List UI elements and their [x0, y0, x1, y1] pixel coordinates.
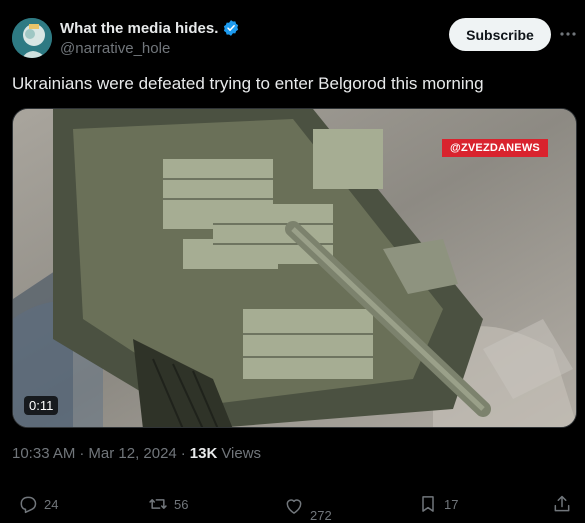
- views-label: Views: [221, 445, 262, 462]
- meta-separator: ·: [180, 445, 186, 462]
- subscribe-button[interactable]: Subscribe: [449, 18, 551, 51]
- reply-button[interactable]: 24: [18, 488, 58, 520]
- repost-button[interactable]: 56: [148, 488, 188, 520]
- share-icon: [554, 495, 570, 512]
- author-handle[interactable]: @narrative_hole: [60, 40, 170, 57]
- author-display-name[interactable]: What the media hides.: [60, 20, 218, 37]
- bookmark-count: 17: [444, 496, 459, 512]
- post-time[interactable]: 10:33 AM: [12, 445, 75, 462]
- author-name-row: What the media hides.: [60, 19, 240, 37]
- action-bar: 24 56 272 17: [0, 488, 585, 523]
- reply-count: 24: [44, 496, 59, 512]
- share-button[interactable]: [552, 488, 572, 520]
- verified-badge-icon: [224, 20, 239, 36]
- reply-icon: [20, 496, 37, 514]
- views-count: 13K: [189, 445, 218, 462]
- repost-icon: [149, 499, 167, 509]
- post-meta: 10:33 AM · Mar 12, 2024 · 13K Views: [12, 445, 261, 462]
- like-button[interactable]: 272: [284, 490, 332, 523]
- repost-count: 56: [174, 496, 189, 512]
- like-count: 272: [310, 507, 332, 523]
- bookmark-button[interactable]: 17: [418, 488, 458, 520]
- avatar[interactable]: [12, 18, 52, 58]
- bookmark-icon: [422, 496, 434, 512]
- avatar-icon: [12, 18, 52, 58]
- more-options-icon[interactable]: [558, 24, 578, 44]
- video-duration: 0:11: [24, 396, 59, 415]
- tweet-text: Ukrainians were defeated trying to enter…: [12, 74, 484, 93]
- meta-separator: ·: [79, 445, 85, 462]
- heart-icon: [286, 499, 302, 514]
- post-date[interactable]: Mar 12, 2024: [88, 445, 176, 462]
- news-watermark: @ZVEZDANEWS: [442, 139, 548, 157]
